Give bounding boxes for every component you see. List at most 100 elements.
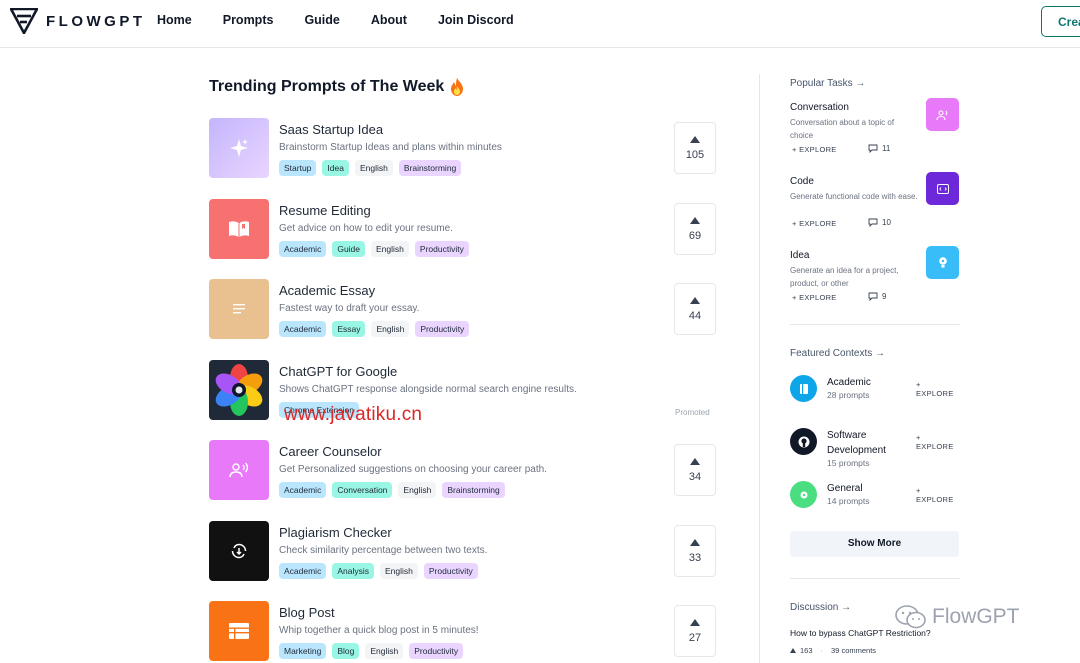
nav-links: Home Prompts Guide About Join Discord xyxy=(157,0,545,40)
prompt-thumbnail[interactable] xyxy=(209,521,269,581)
chat-bubble-icon xyxy=(926,98,959,131)
context-prompt-count: 15 prompts xyxy=(827,458,870,468)
prompt-description: Fastest way to draft your essay. xyxy=(279,303,420,314)
tag[interactable]: Academic xyxy=(279,321,327,337)
tag[interactable]: English xyxy=(379,563,418,579)
tag[interactable]: Idea xyxy=(322,160,349,176)
prompt-card[interactable]: Resume Editing Get advice on how to edit… xyxy=(209,199,719,261)
tag[interactable]: Marketing xyxy=(279,643,327,659)
upvote-arrow-icon[interactable] xyxy=(790,648,796,653)
vote-count: 34 xyxy=(688,471,702,483)
upvote-button[interactable]: 44 xyxy=(674,283,716,335)
prompt-thumbnail[interactable] xyxy=(209,360,269,420)
prompt-card[interactable]: Saas Startup Idea Brainstorm Startup Ide… xyxy=(209,118,719,180)
prompt-title[interactable]: Career Counselor xyxy=(279,444,382,459)
context-prompt-count: 14 prompts xyxy=(827,496,870,506)
tag[interactable]: Productivity xyxy=(423,563,478,579)
discussion-heading[interactable]: Discussion → xyxy=(790,602,851,613)
prompt-title[interactable]: Plagiarism Checker xyxy=(279,525,392,540)
explore-button[interactable]: + EXPLORE xyxy=(792,219,837,228)
prompt-title[interactable]: Academic Essay xyxy=(279,283,375,298)
prompt-thumbnail[interactable] xyxy=(209,118,269,178)
book-icon xyxy=(229,221,249,237)
explore-button[interactable]: + EXPLORE xyxy=(792,293,837,302)
prompt-description: Get Personalized suggestions on choosing… xyxy=(279,464,547,475)
nav-prompts[interactable]: Prompts xyxy=(223,13,274,27)
explore-button[interactable]: + EXPLORE xyxy=(792,145,837,154)
upvote-button[interactable]: 105 xyxy=(674,122,716,174)
tag[interactable]: Academic xyxy=(279,241,327,257)
popular-tasks-heading[interactable]: Popular Tasks → xyxy=(790,78,865,89)
nav-join-discord[interactable]: Join Discord xyxy=(438,13,514,27)
task-title[interactable]: Conversation xyxy=(790,102,849,113)
tag[interactable]: Startup xyxy=(279,160,317,176)
context-title[interactable]: Software Development xyxy=(827,428,905,458)
prompt-tags: Academic Essay English Productivity xyxy=(279,321,475,337)
context-title[interactable]: Academic xyxy=(827,375,905,390)
prompt-title[interactable]: Saas Startup Idea xyxy=(279,122,383,137)
tag[interactable]: Productivity xyxy=(409,643,464,659)
prompt-thumbnail[interactable] xyxy=(209,199,269,259)
tag[interactable]: Productivity xyxy=(414,241,469,257)
context-general[interactable]: General 14 prompts + EXPLORE xyxy=(790,481,960,521)
tag[interactable]: English xyxy=(365,643,404,659)
task-description: Generate functional code with ease. xyxy=(790,192,918,201)
prompt-thumbnail[interactable] xyxy=(209,440,269,500)
task-title[interactable]: Idea xyxy=(790,250,809,261)
context-software-development[interactable]: Software Development 15 prompts + EXPLOR… xyxy=(790,428,960,468)
explore-button[interactable]: + EXPLORE xyxy=(916,380,960,398)
comment-count: 10 xyxy=(868,218,891,227)
prompt-title[interactable]: Blog Post xyxy=(279,605,335,620)
tag[interactable]: Conversation xyxy=(332,482,393,498)
vote-count: 44 xyxy=(688,310,702,322)
sync-icon xyxy=(231,543,247,559)
task-idea[interactable]: Idea Generate an idea for a project, pro… xyxy=(790,246,960,312)
prompt-card[interactable]: Plagiarism Checker Check similarity perc… xyxy=(209,521,719,583)
chatgpt-logo-icon xyxy=(215,364,263,416)
tag[interactable]: Guide xyxy=(332,241,366,257)
explore-button[interactable]: + EXPLORE xyxy=(916,433,960,451)
tag[interactable]: Brainstorming xyxy=(442,482,505,498)
prompt-description: Get advice on how to edit your resume. xyxy=(279,223,453,234)
tag[interactable]: Blog xyxy=(332,643,360,659)
tag[interactable]: Productivity xyxy=(415,321,470,337)
nav-home[interactable]: Home xyxy=(157,13,192,27)
tag[interactable]: English xyxy=(398,482,437,498)
nav-about[interactable]: About xyxy=(371,13,407,27)
tag[interactable]: Essay xyxy=(332,321,366,337)
prompt-title[interactable]: ChatGPT for Google xyxy=(279,364,397,379)
tag[interactable]: Analysis xyxy=(332,563,374,579)
tag[interactable]: English xyxy=(354,160,393,176)
tag[interactable]: English xyxy=(371,241,409,257)
context-academic[interactable]: Academic 28 prompts + EXPLORE xyxy=(790,375,960,415)
upvote-button[interactable]: 27 xyxy=(674,605,716,657)
discussion-comments[interactable]: 39 comments xyxy=(831,646,876,655)
tag[interactable]: Academic xyxy=(279,563,327,579)
show-more-button[interactable]: Show More xyxy=(790,531,959,557)
prompt-title[interactable]: Resume Editing xyxy=(279,203,371,218)
create-button[interactable]: Crea xyxy=(1041,6,1080,37)
prompt-card[interactable]: Career Counselor Get Personalized sugges… xyxy=(209,440,719,502)
task-conversation[interactable]: Conversation Conversation about a topic … xyxy=(790,98,960,164)
brand-name: FLOWGPT xyxy=(46,12,146,30)
upvote-button[interactable]: 69 xyxy=(674,203,716,255)
logo[interactable]: FLOWGPT xyxy=(10,8,146,34)
task-code[interactable]: Code Generate functional code with ease.… xyxy=(790,172,960,238)
upvote-button[interactable]: 34 xyxy=(674,444,716,496)
brand-watermark-text: FlowGPT xyxy=(932,605,1020,628)
upvote-button[interactable]: 33 xyxy=(674,525,716,577)
upvote-arrow-icon xyxy=(690,539,700,546)
nav-guide[interactable]: Guide xyxy=(304,13,339,27)
tag[interactable]: Academic xyxy=(279,482,327,498)
featured-contexts-heading[interactable]: Featured Contexts → xyxy=(790,348,885,359)
prompt-thumbnail[interactable] xyxy=(209,279,269,339)
prompt-thumbnail[interactable] xyxy=(209,601,269,661)
prompt-card[interactable]: Academic Essay Fastest way to draft your… xyxy=(209,279,719,341)
explore-button[interactable]: + EXPLORE xyxy=(916,486,960,504)
prompt-card[interactable]: Blog Post Whip together a quick blog pos… xyxy=(209,601,719,663)
sparkle-icon xyxy=(230,139,248,157)
tag[interactable]: Brainstorming xyxy=(398,160,462,176)
context-title[interactable]: General xyxy=(827,481,905,496)
task-title[interactable]: Code xyxy=(790,176,814,187)
tag[interactable]: English xyxy=(371,321,410,337)
